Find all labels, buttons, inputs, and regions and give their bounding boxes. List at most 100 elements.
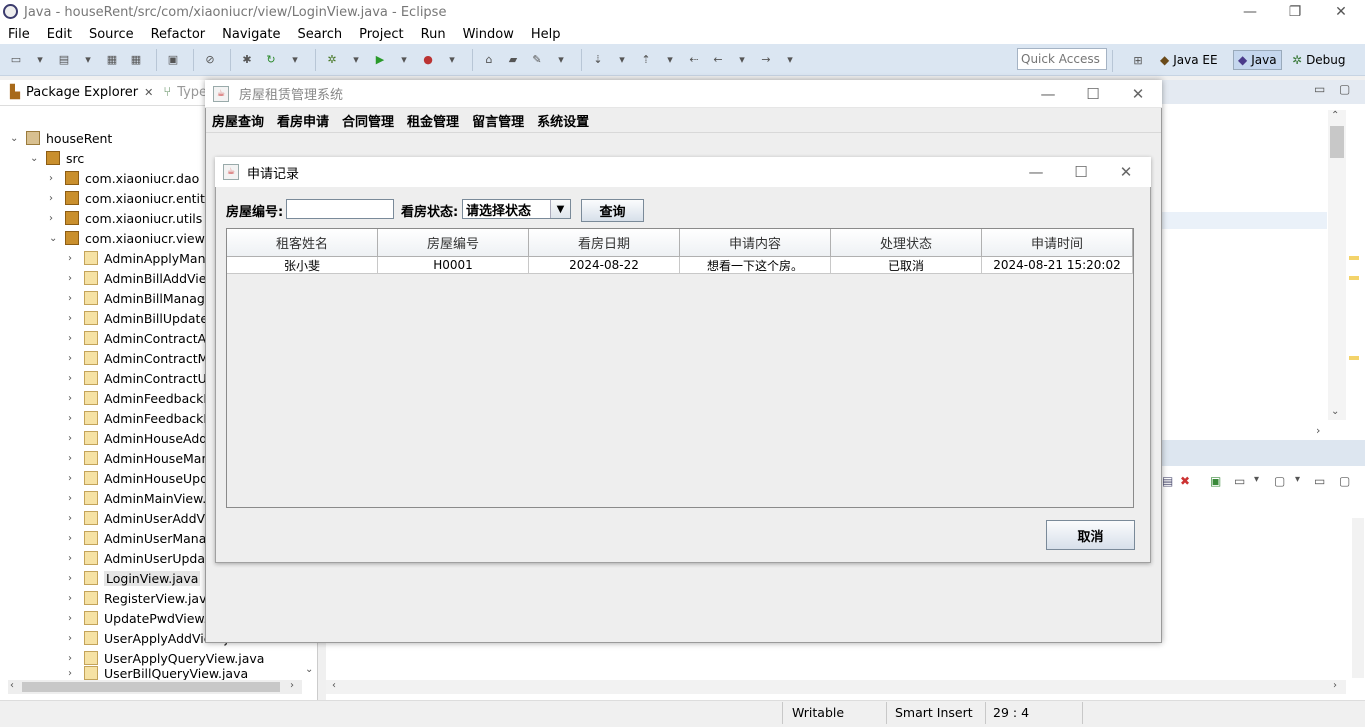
maximize-view-icon[interactable]: ▢ [1339,474,1350,488]
scroll-right-icon[interactable]: › [290,680,294,691]
dropdown-icon[interactable]: ▾ [285,50,305,70]
chevron-right-icon[interactable]: › [68,668,78,679]
house-no-input[interactable] [286,199,394,219]
pin-console-icon[interactable]: ▣ [1210,474,1221,488]
scroll-left-icon[interactable]: ‹ [332,680,336,691]
editor-horizontal-scrollbar[interactable] [326,680,1346,694]
dropdown-icon[interactable]: ▾ [394,50,414,70]
restore-icon[interactable]: ❐ [1272,0,1318,24]
chevron-right-icon[interactable]: › [68,353,78,364]
tree-item-package[interactable]: › com.xiaoniucr.entity [49,188,212,208]
tree-item-file[interactable]: › UpdatePwdView.j [68,608,211,628]
column-header[interactable]: 申请内容 [680,229,831,257]
next-annotation-icon[interactable]: ⇣ [588,50,608,70]
column-header[interactable]: 租客姓名 [227,229,378,257]
chevron-down-icon[interactable]: ⌄ [49,233,59,244]
chevron-down-icon[interactable]: ▼ [550,200,570,218]
tree-item-file[interactable]: › AdminBillAddView [68,268,217,288]
menu-help[interactable]: Help [531,27,561,42]
minimize-view-icon[interactable]: ▭ [1314,474,1325,488]
close-icon[interactable]: ✕ [1318,0,1364,24]
dropdown-icon[interactable]: ▾ [551,50,571,70]
display-console-icon[interactable]: ▭ [1234,474,1245,488]
chevron-right-icon[interactable]: › [68,313,78,324]
perspective-java-ee[interactable]: ◆ Java EE [1160,50,1218,70]
open-console-icon[interactable]: ▢ [1274,474,1285,488]
perspective-debug[interactable]: ✲ Debug [1292,50,1346,70]
table-row[interactable]: 张小斐 H0001 2024-08-22 想看一下这个房。 已取消 2024-0… [227,257,1133,274]
chevron-right-icon[interactable]: › [68,593,78,604]
dropdown-icon[interactable]: ▾ [660,50,680,70]
dropdown-icon[interactable]: ▾ [732,50,752,70]
column-header[interactable]: 申请时间 [982,229,1133,257]
tree-item-file[interactable]: › AdminBillUpdateV [68,308,217,328]
minimize-view-icon[interactable]: ▭ [1314,82,1325,96]
chevron-down-icon[interactable]: ⌄ [10,133,20,144]
menu-settings[interactable]: 系统设置 [537,111,589,130]
chevron-right-icon[interactable]: › [49,173,59,184]
cancel-button[interactable]: 取消 [1046,520,1135,550]
tab-type-hierarchy[interactable]: Type [177,85,207,100]
chevron-right-icon[interactable]: › [68,273,78,284]
tree-item-file[interactable]: › AdminContractAd [68,328,214,348]
save-all-icon[interactable]: ▦ [126,50,146,70]
open-folder-icon[interactable]: ▰ [503,50,523,70]
run-icon[interactable]: ▶ [370,50,390,70]
chevron-right-icon[interactable]: › [68,513,78,524]
dropdown-icon[interactable]: ▾ [78,50,98,70]
dropdown-icon[interactable]: ▾ [1295,474,1300,485]
status-select[interactable]: 请选择状态 ▼ [462,199,571,219]
console-scrollbar[interactable] [1352,518,1364,678]
new-package-icon[interactable]: ▤ [54,50,74,70]
minimize-icon[interactable]: — [1025,80,1071,108]
menu-source[interactable]: Source [89,27,134,42]
menu-house-query[interactable]: 房屋查询 [212,111,264,130]
tree-item-file[interactable]: › UserApplyQueryView.java [68,648,264,668]
maximize-view-icon[interactable]: ▢ [1339,82,1350,96]
perspective-java[interactable]: ◆ Java [1233,50,1282,70]
forward-icon[interactable]: → [756,50,776,70]
last-edit-icon[interactable]: ⇠ [684,50,704,70]
chevron-right-icon[interactable]: › [68,473,78,484]
debug-icon[interactable]: ✲ [322,50,342,70]
skip-breakpoints-icon[interactable]: ⊘ [200,50,220,70]
menu-file[interactable]: File [8,27,30,42]
chevron-right-icon[interactable]: › [68,393,78,404]
chevron-right-icon[interactable]: › [68,633,78,644]
tree-item-package[interactable]: › com.xiaoniucr.utils [49,208,202,228]
chevron-right-icon[interactable]: › [68,573,78,584]
menu-rent[interactable]: 租金管理 [407,111,459,130]
save-icon[interactable]: ▦ [102,50,122,70]
tree-item-src[interactable]: ⌄ src [30,148,84,168]
tree-item-package[interactable]: ⌄ com.xiaoniucr.view [49,228,205,248]
new-icon[interactable]: ▭ [6,50,26,70]
menu-navigate[interactable]: Navigate [222,27,280,42]
menu-viewing-apply[interactable]: 看房申请 [277,111,329,130]
dropdown-icon[interactable]: ▾ [346,50,366,70]
tree-item-file[interactable]: › UserBillQueryView.java [68,666,248,680]
tree-item-file[interactable]: › AdminUserManag [68,528,214,548]
chevron-right-icon[interactable]: › [49,193,59,204]
chevron-right-icon[interactable]: › [68,253,78,264]
quick-access-input[interactable] [1017,48,1107,70]
maximize-icon[interactable]: ☐ [1058,158,1104,186]
tree-item-file[interactable]: › AdminContractMa [68,348,216,368]
chevron-right-icon[interactable]: › [49,213,59,224]
menu-project[interactable]: Project [359,27,403,42]
column-header[interactable]: 房屋编号 [378,229,529,257]
column-header[interactable]: 处理状态 [831,229,982,257]
minimize-icon[interactable]: — [1013,158,1059,186]
close-icon[interactable]: ✕ [1115,80,1161,108]
chevron-right-icon[interactable]: › [68,453,78,464]
chevron-right-icon[interactable]: › [68,493,78,504]
scroll-right-icon[interactable]: › [1316,424,1320,437]
chevron-right-icon[interactable]: › [68,553,78,564]
chevron-right-icon[interactable]: › [68,653,78,664]
minimize-icon[interactable]: — [1227,0,1273,24]
maximize-icon[interactable]: ☐ [1070,80,1116,108]
menu-refactor[interactable]: Refactor [151,27,206,42]
tree-item-project[interactable]: ⌄ houseRent [10,128,112,148]
close-tab-icon[interactable]: ✕ [144,86,153,99]
close-icon[interactable]: ✕ [1103,158,1149,186]
tree-item-file-selected[interactable]: › LoginView.java [68,568,201,588]
